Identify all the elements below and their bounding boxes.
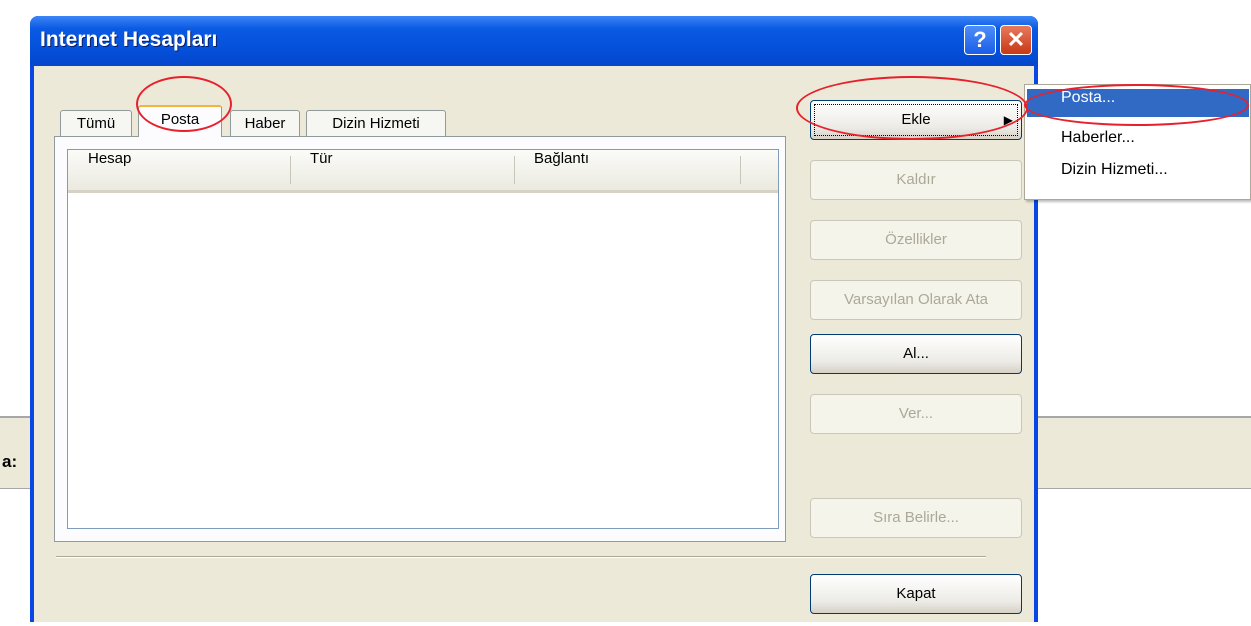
- column-header-account[interactable]: Hesap: [68, 150, 290, 190]
- tab-panel: Hesap Tür Bağlantı: [54, 136, 786, 542]
- background-label: a:: [2, 452, 18, 471]
- add-submenu: Posta... Haberler... Dizin Hizmeti...: [1024, 84, 1251, 200]
- accounts-list[interactable]: Hesap Tür Bağlantı: [67, 149, 779, 529]
- menu-item-directory-service[interactable]: Dizin Hizmeti...: [1027, 161, 1249, 189]
- set-default-button[interactable]: Varsayılan Olarak Ata: [810, 280, 1022, 320]
- dialog-title: Internet Hesapları: [40, 28, 218, 51]
- submenu-arrow-icon: ▶: [1003, 113, 1013, 127]
- divider: [56, 556, 986, 558]
- internet-accounts-dialog: Internet Hesapları ? ✕ Tümü Posta Haber …: [30, 16, 1038, 622]
- tab-mail[interactable]: Posta: [138, 105, 222, 137]
- column-header-connection[interactable]: Bağlantı: [514, 150, 740, 190]
- list-header: Hesap Tür Bağlantı: [68, 150, 778, 193]
- export-button[interactable]: Ver...: [810, 394, 1022, 434]
- dialog-client-area: Tümü Posta Haber Dizin Hizmeti Hesap Tür…: [34, 66, 1034, 622]
- add-button-label: Ekle: [901, 111, 931, 128]
- tab-directory-service[interactable]: Dizin Hizmeti: [306, 110, 446, 136]
- tab-all[interactable]: Tümü: [60, 110, 132, 136]
- help-icon[interactable]: ?: [964, 25, 996, 55]
- tab-news[interactable]: Haber: [230, 110, 300, 136]
- close-icon[interactable]: ✕: [1000, 25, 1032, 55]
- close-button[interactable]: Kapat: [810, 574, 1022, 614]
- add-button[interactable]: Ekle ▶: [810, 100, 1022, 140]
- title-bar[interactable]: Internet Hesapları ? ✕: [30, 16, 1038, 66]
- remove-button[interactable]: Kaldır: [810, 160, 1022, 200]
- menu-item-news[interactable]: Haberler...: [1027, 129, 1249, 157]
- menu-item-mail[interactable]: Posta...: [1027, 89, 1249, 117]
- properties-button[interactable]: Özellikler: [810, 220, 1022, 260]
- import-button[interactable]: Al...: [810, 334, 1022, 374]
- column-header-type[interactable]: Tür: [290, 150, 514, 190]
- set-order-button[interactable]: Sıra Belirle...: [810, 498, 1022, 538]
- column-divider[interactable]: [740, 156, 741, 184]
